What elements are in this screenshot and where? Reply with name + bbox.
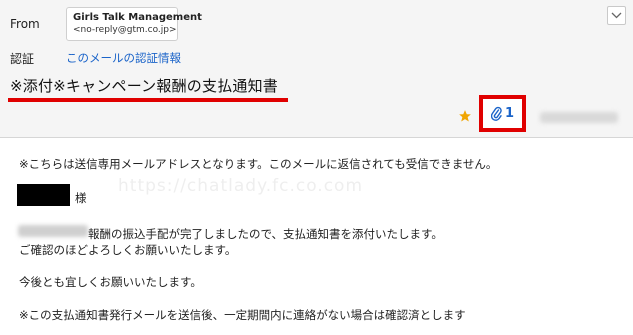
sender-card[interactable]: Girls Talk Management <no-reply@gtm.co.j… xyxy=(66,7,202,41)
attachment-count: 1 xyxy=(504,106,515,121)
paperclip-icon xyxy=(490,106,502,121)
attachment-highlight-box: 1 xyxy=(479,95,526,132)
expand-button[interactable] xyxy=(607,6,626,25)
auth-label: 認証 xyxy=(10,52,35,66)
chevron-down-icon xyxy=(611,12,622,19)
honorific: 様 xyxy=(75,191,87,205)
email-header: From Girls Talk Management <no-reply@gtm… xyxy=(0,0,633,138)
email-subject: ※添付※キャンペーン報酬の支払通知書 xyxy=(10,77,278,95)
sender-name: Girls Talk Management xyxy=(73,12,202,23)
attachment-button[interactable]: 1 xyxy=(490,106,515,121)
subject-highlight-underline xyxy=(8,98,288,102)
from-label: From xyxy=(10,17,40,31)
no-reply-notice: ※こちらは送信専用メールアドレスとなります。このメールに返信されても受信できませ… xyxy=(19,157,498,171)
blurred-campaign-name xyxy=(18,225,88,237)
auth-info-link[interactable]: このメールの認証情報 xyxy=(66,50,181,66)
regards-line: 今後とも宜しくお願いいたします。 xyxy=(19,275,202,289)
footer-notice: ※この支払通知書発行メールを送信後、一定期間内に連絡がない場合は確認済とします xyxy=(19,308,466,322)
sender-email: <no-reply@gtm.co.jp> xyxy=(73,25,177,35)
confirm-line: ご確認のほどよろしくお願いいたします。 xyxy=(19,243,237,257)
watermark-text: https://chatlady.fc.co.com xyxy=(118,176,364,196)
transfer-line: 報酬の振込手配が完了しましたので、支払通知書を添付いたします。 xyxy=(88,227,443,241)
star-icon[interactable] xyxy=(458,109,472,123)
redacted-recipient-name xyxy=(17,184,70,206)
blurred-date xyxy=(540,112,618,123)
